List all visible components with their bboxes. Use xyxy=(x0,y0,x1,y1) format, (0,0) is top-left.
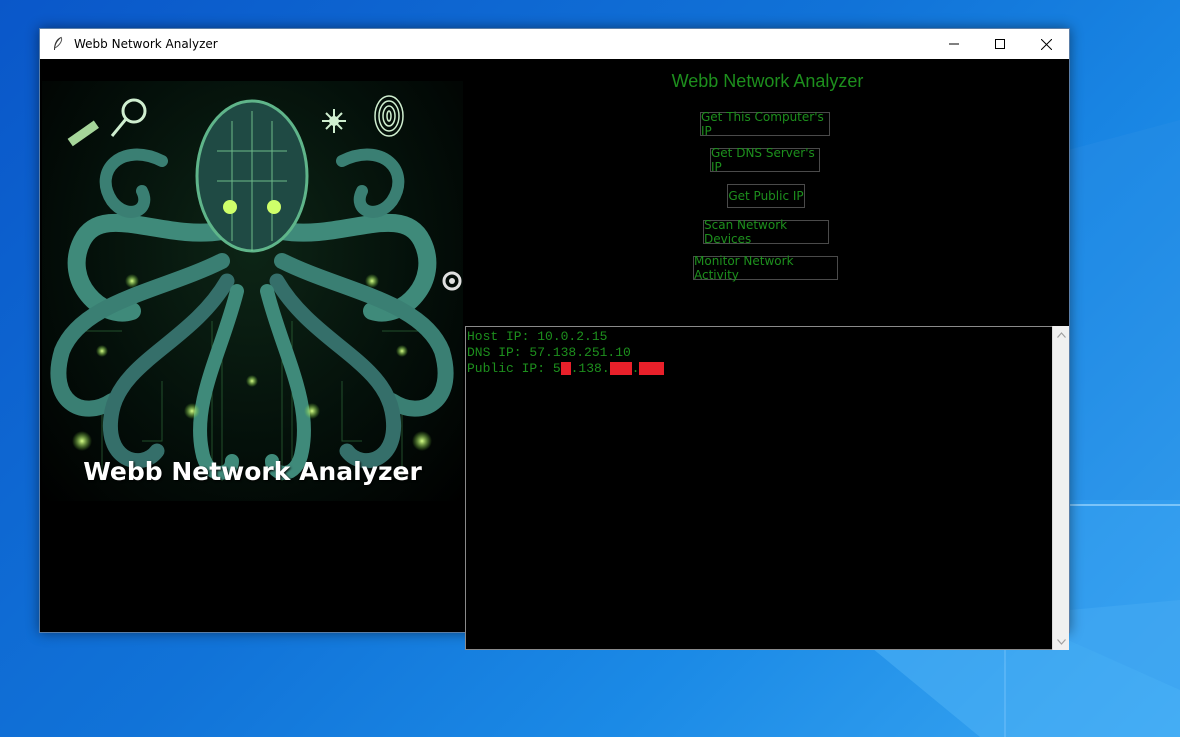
title-bar[interactable]: Webb Network Analyzer xyxy=(40,29,1069,59)
chevron-down-icon xyxy=(1056,638,1066,645)
app-client-area: Webb Network Analyzer Webb Network Analy… xyxy=(40,59,1069,650)
feather-icon xyxy=(54,36,63,50)
scroll-up-button[interactable] xyxy=(1053,326,1069,343)
public-ip-mid: .138. xyxy=(570,361,610,376)
fingerprint-icon xyxy=(374,95,404,137)
host-ip-line: Host IP: 10.0.2.15 xyxy=(467,329,608,344)
public-ip-mid: . xyxy=(631,361,640,376)
output-scrollbar[interactable] xyxy=(1052,326,1069,650)
redaction-block xyxy=(609,362,632,376)
get-public-ip-button[interactable]: Get Public IP xyxy=(727,184,805,208)
scroll-down-button[interactable] xyxy=(1053,633,1069,650)
public-ip-prefix: Public IP: 5 xyxy=(467,361,561,376)
close-icon xyxy=(1040,38,1052,50)
monitor-network-activity-button[interactable]: Monitor Network Activity xyxy=(693,254,838,282)
minimize-button[interactable] xyxy=(931,29,977,59)
banner-caption: Webb Network Analyzer xyxy=(83,457,422,486)
app-window: Webb Network Analyzer Webb Network Analy… xyxy=(39,28,1070,650)
magnifier-icon xyxy=(110,98,147,137)
scan-network-devices-button[interactable]: Scan Network Devices xyxy=(703,218,829,246)
usb-drive-icon xyxy=(67,120,99,147)
minimize-icon xyxy=(949,43,959,45)
maximize-button[interactable] xyxy=(977,29,1023,59)
redaction-block xyxy=(639,362,665,376)
public-ip-line: Public IP: 5 .138.. xyxy=(467,361,1052,377)
get-computer-ip-button[interactable]: Get This Computer's IP xyxy=(700,110,830,138)
octopus-banner-image: Webb Network Analyzer xyxy=(42,81,463,501)
get-dns-server-ip-button[interactable]: Get DNS Server's IP xyxy=(710,146,820,174)
redaction-block xyxy=(560,362,571,376)
maximize-icon xyxy=(995,39,1005,49)
close-button[interactable] xyxy=(1023,29,1069,59)
octopus-illustration xyxy=(50,95,462,481)
dns-ip-line: DNS IP: 57.138.251.10 xyxy=(467,345,631,360)
window-title: Webb Network Analyzer xyxy=(74,37,218,51)
output-text-area[interactable]: Host IP: 10.0.2.15 DNS IP: 57.138.251.10… xyxy=(465,326,1053,650)
chevron-up-icon xyxy=(1056,331,1066,338)
app-heading: Webb Network Analyzer xyxy=(671,71,864,91)
gear-icon xyxy=(442,271,462,291)
